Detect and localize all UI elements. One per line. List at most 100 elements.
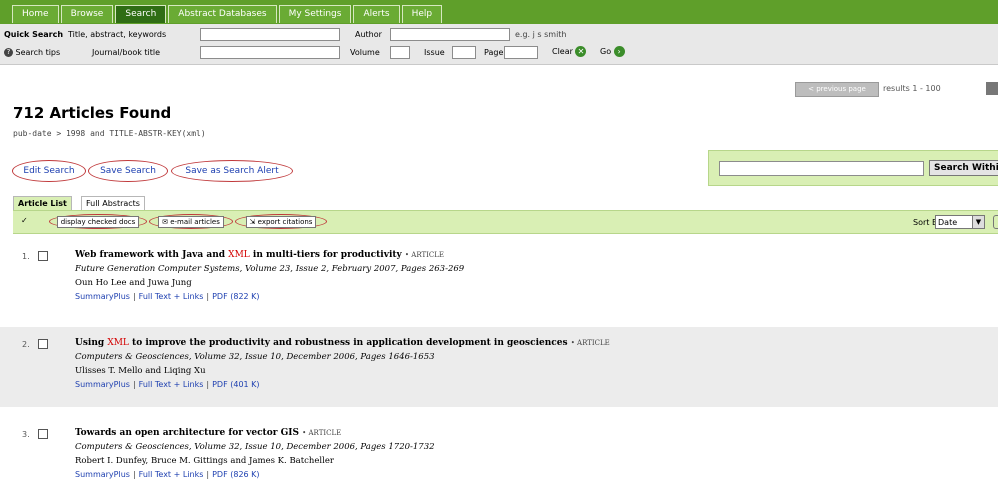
clear-icon: ✕ [575,46,587,57]
issue-input[interactable] [452,46,476,59]
search-tips-link[interactable]: ? Search tips [4,48,60,57]
article-title[interactable]: Towards an open architecture for vector … [75,428,341,438]
article-title-text: Web framework with Java and [75,250,229,260]
article-source: Computers & Geosciences, Volume 32, Issu… [75,352,435,362]
tab-article-list[interactable]: Article List [13,196,72,210]
article-type: • ARTICLE [302,429,342,437]
sort-order-toggle[interactable] [993,215,998,229]
nav-tab-browse[interactable]: Browse [60,5,114,23]
article-row: 2. Using XML to improve the productivity… [0,327,998,407]
nav-tab-abstract-databases[interactable]: Abstract Databases [168,5,277,23]
email-articles-button[interactable]: ✉ e-mail articles [149,214,233,229]
edit-search-link[interactable]: Edit Search [12,160,86,182]
search-within-panel: Search Within [708,150,998,186]
article-number: 1. [22,252,30,261]
email-articles-label: ✉ e-mail articles [158,216,224,228]
nav-tab-help[interactable]: Help [401,5,443,23]
volume-input[interactable] [390,46,410,59]
search-query-text: pub-date > 1998 and TITLE-ABSTR-KEY(xml) [13,129,206,138]
article-checkbox[interactable] [38,429,48,439]
article-number: 3. [22,430,30,439]
tab-full-abstracts[interactable]: Full Abstracts [81,196,145,210]
article-checkbox[interactable] [38,251,48,261]
next-page-button[interactable] [986,82,998,95]
article-title-highlight: XML [228,250,250,260]
article-links: SummaryPlus | Full Text + Links | PDF (822 K… [75,292,260,301]
chevron-down-icon: ▼ [972,216,984,228]
display-checked-docs-label: display checked docs [56,216,140,228]
author-input[interactable] [390,28,510,41]
article-title-highlight: XML [107,338,129,348]
search-tips-label: Search tips [15,48,61,57]
article-type: • ARTICLE [570,339,610,347]
results-range: results 1 - 100 [883,84,941,93]
full-text-link[interactable]: Full Text + Links [139,292,204,301]
full-text-link[interactable]: Full Text + Links [139,470,204,479]
article-authors: Oun Ho Lee and Juwa Jung [75,278,192,288]
page-input[interactable] [504,46,538,59]
pdf-link[interactable]: PDF (401 K) [212,380,259,389]
envelope-icon: ✉ [162,218,168,226]
volume-label: Volume [350,48,380,57]
article-number: 2. [22,340,30,349]
journal-title-label: Journal/book title [92,48,161,57]
article-checkbox[interactable] [38,339,48,349]
article-row: 1. Web framework with Java and XML in mu… [0,244,998,314]
article-source: Future Generation Computer Systems, Volu… [75,264,465,274]
pdf-link[interactable]: PDF (822 K) [212,292,259,301]
go-button[interactable]: Go › [600,46,625,57]
article-title-text: Using [75,338,108,348]
export-icon: ⇲ [249,218,256,226]
nav-tab-search[interactable]: Search [115,5,167,23]
full-text-link[interactable]: Full Text + Links [139,380,204,389]
title-abstract-keywords-input[interactable] [200,28,340,41]
article-links: SummaryPlus | Full Text + Links | PDF (401 K… [75,380,260,389]
article-type: • ARTICLE [404,251,445,259]
top-nav-bar: Home Browse Search Abstract Databases My… [0,0,998,24]
nav-tab-alerts[interactable]: Alerts [353,5,400,23]
summaryplus-link[interactable]: SummaryPlus [75,292,130,301]
article-title-text-end: to improve the productivity and robustne… [128,338,568,348]
article-title[interactable]: Using XML to improve the productivity an… [75,338,610,348]
page-label: Page [484,48,504,57]
clear-label: Clear [552,47,573,56]
quick-search-title: Quick Search [4,30,64,39]
article-title[interactable]: Web framework with Java and XML in multi… [75,250,444,260]
article-title-text: Towards an open architecture for vector … [75,428,299,438]
sort-by-value: Date [938,218,958,227]
export-citations-button[interactable]: ⇲ export citations [235,214,327,229]
article-authors: Ulisses T. Mello and Liqing Xu [75,366,206,376]
nav-tabs: Home Browse Search Abstract Databases My… [12,5,444,23]
summaryplus-link[interactable]: SummaryPlus [75,470,130,479]
article-links: SummaryPlus | Full Text + Links | PDF (826 K… [75,470,260,479]
search-within-button[interactable]: Search Within [929,160,998,176]
save-as-search-alert-link[interactable]: Save as Search Alert [171,160,293,182]
help-icon: ? [4,48,13,57]
author-hint: e.g. j s smith [515,30,567,39]
journal-title-input[interactable] [200,46,340,59]
search-within-input[interactable] [719,161,924,176]
go-label: Go [600,47,612,56]
issue-label: Issue [424,48,445,57]
article-authors: Robert I. Dunfey, Bruce M. Gittings and … [75,456,334,466]
display-checked-docs-button[interactable]: display checked docs [49,214,147,229]
nav-tab-my-settings[interactable]: My Settings [278,5,352,23]
go-arrow-icon: › [613,46,625,57]
save-search-link[interactable]: Save Search [88,160,168,182]
articles-found-count: 712 Articles Found [13,104,172,122]
export-citations-label: ⇲ export citations [245,216,317,228]
nav-tab-home[interactable]: Home [12,5,59,23]
clear-button[interactable]: Clear ✕ [552,46,587,57]
article-source: Computers & Geosciences, Volume 32, Issu… [75,442,435,452]
summaryplus-link[interactable]: SummaryPlus [75,380,130,389]
email-articles-text: e-mail articles [170,218,220,226]
author-label: Author [355,30,382,39]
checkmark-icon: ✓ [21,216,28,225]
previous-page-button[interactable]: < previous page [795,82,879,97]
export-citations-text: export citations [257,218,313,226]
quick-search-panel: Quick Search Title, abstract, keywords A… [0,24,998,65]
sort-by-select[interactable]: Date ▼ [935,215,985,229]
title-abstract-keywords-label: Title, abstract, keywords [68,30,167,39]
article-row: 3. Towards an open architecture for vect… [0,418,998,488]
pdf-link[interactable]: PDF (826 K) [212,470,259,479]
